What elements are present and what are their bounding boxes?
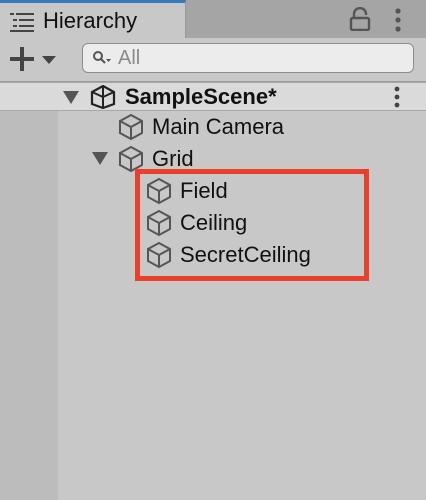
add-object-button[interactable] bbox=[6, 43, 60, 75]
expand-arrow-icon[interactable] bbox=[63, 91, 79, 104]
toolbar bbox=[0, 38, 426, 82]
search-box[interactable] bbox=[82, 43, 414, 73]
item-label: Main Camera bbox=[152, 114, 285, 139]
hierarchy-list-icon bbox=[10, 13, 34, 32]
gameobject-cube-icon bbox=[119, 113, 143, 141]
unity-logo-icon bbox=[90, 85, 116, 109]
lock-icon[interactable] bbox=[349, 7, 371, 31]
scene-menu-icon[interactable] bbox=[391, 85, 403, 109]
hierarchy-item-main-camera[interactable]: Main Camera bbox=[0, 112, 426, 142]
highlight-annotation bbox=[135, 169, 369, 281]
tab-title: Hierarchy bbox=[43, 8, 138, 33]
kebab-menu-icon[interactable] bbox=[391, 7, 405, 33]
scene-name: SampleScene* bbox=[125, 84, 277, 109]
scene-row[interactable]: SampleScene* bbox=[0, 82, 426, 111]
dropdown-arrow-icon bbox=[42, 56, 56, 64]
hierarchy-panel: Hierarchy All SampleScene* Main Camera G… bbox=[0, 0, 426, 500]
tab-strip: Hierarchy bbox=[0, 0, 426, 38]
search-input[interactable] bbox=[118, 46, 398, 70]
tab-hierarchy[interactable]: Hierarchy bbox=[0, 0, 186, 38]
search-icon bbox=[93, 51, 111, 64]
expand-arrow-icon[interactable] bbox=[92, 152, 108, 165]
